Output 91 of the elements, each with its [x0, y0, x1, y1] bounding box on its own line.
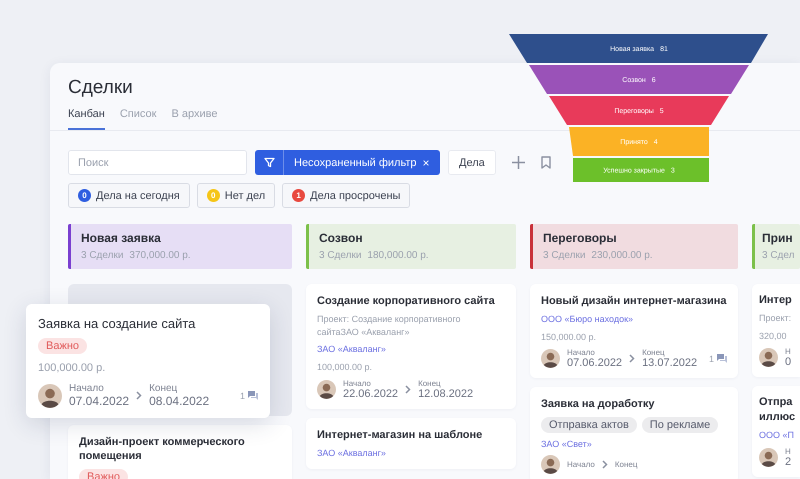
page-title: Сделки: [68, 77, 133, 99]
chevron-icon: [602, 460, 608, 470]
search-field[interactable]: Поиск: [68, 150, 247, 175]
start-label: Начало: [69, 383, 105, 394]
tasks-button[interactable]: Дела: [448, 150, 496, 175]
column-title: Переговоры: [543, 231, 618, 245]
start-date: 2: [785, 456, 792, 468]
end-label: Конец: [418, 378, 441, 388]
avatar: [317, 380, 336, 399]
chip-label: Нет дел: [224, 190, 266, 202]
comment-icon: [717, 354, 727, 364]
company-link[interactable]: ООО «П: [759, 429, 800, 442]
count-dot: 0: [206, 189, 220, 202]
chip-label: Дела на сегодня: [96, 190, 180, 202]
column-title: Прин: [762, 231, 794, 245]
comment-count: 1: [240, 390, 245, 401]
company-link[interactable]: ЗАО «Акваланг»: [317, 446, 505, 460]
column-title: Новая заявка: [81, 231, 162, 245]
tag: Отправка актов: [541, 416, 637, 433]
tag: По рекламе: [642, 416, 718, 433]
end-label: Конец: [149, 383, 178, 394]
start-label: Начало: [567, 460, 595, 470]
deal-title: Заявка на создание сайта: [38, 316, 196, 331]
deal-title: Отпра иллюс: [759, 395, 796, 424]
avatar: [759, 448, 778, 467]
deal-title: Заявка на доработку: [541, 397, 656, 412]
end-date: 13.07.2022: [642, 357, 698, 370]
start-label: Н: [785, 347, 792, 356]
chevron-icon: [136, 391, 142, 400]
comment-count: 1: [708, 354, 714, 364]
deal-card[interactable]: Отпра иллюс ООО «П Н 2: [752, 386, 800, 477]
deal-amount: 150,000.00 р.: [541, 330, 598, 344]
filter-chip[interactable]: 0 Дела на сегодня: [68, 183, 190, 208]
deal-count: 3 Сдел: [762, 250, 794, 261]
chevron-icon: [405, 384, 412, 394]
deal-amount: 100,000.00 р.: [317, 361, 374, 374]
count-dot: 1: [292, 189, 306, 202]
column-sum: 230,000.00 р.: [591, 250, 653, 261]
dragged-card[interactable]: Заявка на создание сайта Важно 100,000.00 р. Начало 07.04.2022 Конец 08.04.2022 1: [26, 304, 270, 418]
company-link[interactable]: ЗАО «Свет»: [541, 438, 727, 450]
start-label: Н: [785, 446, 792, 456]
count-dot: 0: [78, 189, 91, 202]
end-label: Конец: [614, 460, 638, 470]
avatar: [759, 348, 778, 368]
filter-chip[interactable]: 0 Нет дел: [196, 183, 276, 208]
avatar: [541, 455, 560, 474]
deal-count: 3 Сделки: [543, 250, 586, 261]
comment-icon: [248, 391, 258, 400]
chevron-icon: [629, 354, 636, 364]
deal-title: Создание корпоративного сайта: [317, 294, 496, 308]
end-date: 12.08.2022: [418, 388, 474, 400]
deal-card[interactable]: Новый дизайн интернет-магазина ООО «Бюро находок» 150,000.00 р. Начало 07.06.2022 Конец 13.07.2022 1: [530, 284, 738, 378]
chip-label: Дела просрочены: [310, 190, 400, 202]
deal-count: 3 Сделки: [81, 250, 124, 261]
deal-title: Интернет-магазин на шаблоне: [317, 428, 484, 442]
filter-chip[interactable]: 1 Дела просрочены: [282, 183, 410, 208]
start-date: 22.06.2022: [343, 388, 398, 400]
deal-title: Интер: [759, 293, 793, 308]
start-date: 07.06.2022: [567, 357, 622, 370]
deal-amount: 320,00: [759, 330, 788, 342]
column-sum: 180,000.00 р.: [367, 250, 429, 261]
add-icon[interactable]: [512, 156, 525, 169]
column-sum: 370,000.00 р.: [129, 250, 191, 261]
avatar: [38, 384, 62, 408]
deal-title: Дизайн-проект коммерческого помещения: [79, 435, 246, 464]
deal-amount: 100,000.00 р.: [38, 361, 106, 376]
deal-title: Новый дизайн интернет-магазина: [541, 294, 727, 308]
filter-button[interactable]: Несохраненный фильтр ×: [255, 150, 440, 175]
deal-card[interactable]: Заявка на доработку Отправка актов По рекламе ЗАО «Свет» Начало Конец: [530, 387, 738, 479]
clear-icon[interactable]: ×: [422, 156, 430, 170]
bookmark-icon[interactable]: [540, 156, 551, 169]
filter-label: Несохраненный фильтр: [293, 156, 417, 168]
project-text: Проект: Создание корпоративного сайтаЗАО «Акваланг»: [317, 313, 462, 338]
start-label: Начало: [567, 348, 596, 358]
deal-card[interactable]: Интер Проект: 320,00 Н 0: [752, 284, 800, 378]
start-label: Начало: [343, 378, 372, 388]
tab[interactable]: Канбан: [68, 108, 105, 130]
company-link[interactable]: ЗАО «Акваланг»: [317, 343, 505, 356]
deal-count: 3 Сделки: [319, 250, 362, 261]
deal-card[interactable]: Интернет-магазин на шаблоне ЗАО «Акваланг»: [306, 418, 516, 469]
deal-card[interactable]: Создание корпоративного сайта Проект: Создание корпоративного сайтаЗАО «Акваланг» ЗАО «Акваланг» 100,000.00 р. Начало 22.06.2022 Конец 12.08.2022: [306, 284, 516, 409]
project-text: Проект:: [759, 312, 792, 325]
avatar: [541, 349, 560, 368]
column-title: Созвон: [319, 231, 364, 245]
start-date: 07.04.2022: [69, 394, 130, 408]
company-link[interactable]: ООО «Бюро находок»: [541, 313, 727, 326]
tag: Важно: [38, 338, 88, 354]
end-date: 08.04.2022: [149, 394, 210, 408]
filter-icon: [264, 157, 274, 168]
end-label: Конец: [642, 348, 666, 358]
start-date: 0: [785, 356, 792, 368]
